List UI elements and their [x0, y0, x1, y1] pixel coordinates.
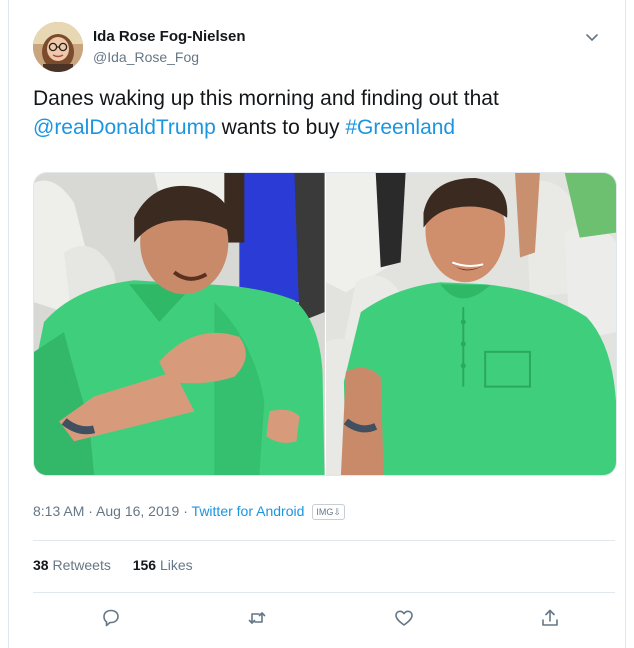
retweets-count: 38: [33, 557, 49, 573]
like-icon[interactable]: [392, 606, 416, 630]
tweet-header: Ida Rose Fog-Nielsen @Ida_Rose_Fog: [33, 22, 611, 74]
tweet-card: Ida Rose Fog-Nielsen @Ida_Rose_Fog Danes…: [8, 0, 626, 648]
media-image-right[interactable]: [325, 173, 616, 475]
tweet-media[interactable]: [33, 172, 617, 476]
retweets-stat[interactable]: 38 Retweets: [33, 557, 111, 573]
author-block: Ida Rose Fog-Nielsen @Ida_Rose_Fog: [93, 28, 246, 66]
meta-separator: ·: [179, 503, 192, 519]
tweet-stats: 38 Retweets 156 Likes: [33, 556, 211, 574]
reply-icon[interactable]: [99, 606, 123, 630]
mention-link[interactable]: @realDonaldTrump: [33, 116, 216, 139]
tweet-meta: 8:13 AM · Aug 16, 2019 · Twitter for And…: [33, 502, 345, 520]
likes-stat[interactable]: 156 Likes: [133, 557, 193, 573]
retweet-icon[interactable]: [245, 606, 269, 630]
hashtag-link[interactable]: #Greenland: [345, 116, 455, 139]
avatar-image: [33, 22, 83, 72]
avatar[interactable]: [33, 22, 83, 72]
divider: [33, 592, 615, 593]
author-display-name[interactable]: Ida Rose Fog-Nielsen: [93, 28, 246, 46]
tweet-text-part: Danes waking up this morning and finding…: [33, 87, 499, 110]
media-image-left[interactable]: [34, 173, 326, 475]
tweet-source-link[interactable]: Twitter for Android: [192, 503, 305, 519]
likes-label: Likes: [159, 557, 193, 573]
tweet-actions: [33, 604, 615, 632]
tweet-timestamp[interactable]: 8:13 AM · Aug 16, 2019: [33, 503, 179, 519]
chevron-down-icon[interactable]: [583, 28, 601, 46]
likes-count: 156: [132, 557, 157, 573]
share-icon[interactable]: [538, 606, 562, 630]
retweets-label: Retweets: [52, 557, 111, 573]
tweet-text-part: wants to buy: [215, 116, 346, 139]
divider: [33, 540, 615, 541]
img-download-badge[interactable]: IMG⇩: [312, 504, 345, 520]
tweet-text: Danes waking up this morning and finding…: [33, 84, 613, 142]
author-handle[interactable]: @Ida_Rose_Fog: [93, 48, 246, 66]
